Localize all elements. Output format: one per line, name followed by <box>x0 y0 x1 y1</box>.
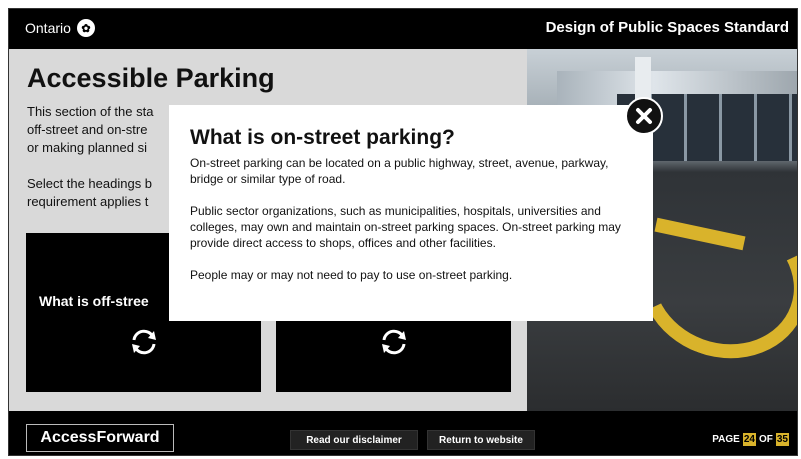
trillium-icon: ✿ <box>76 19 95 37</box>
modal-paragraph: People may or may not need to pay to use… <box>190 268 513 282</box>
instruction-line: requirement applies t <box>27 194 149 209</box>
close-button[interactable] <box>625 97 663 135</box>
refresh-icon <box>131 329 156 355</box>
top-bar: Ontario ✿ Design of Public Spaces Standa… <box>9 9 797 49</box>
page-title: Accessible Parking <box>27 63 275 93</box>
page-of: OF <box>758 434 773 445</box>
logo-text: Ontario <box>25 20 71 36</box>
close-icon <box>636 108 652 124</box>
page-prefix: PAGE <box>712 434 740 445</box>
intro-line: This section of the sta <box>27 104 154 119</box>
page-indicator: PAGE 24 OF 35 <box>712 433 789 446</box>
modal-body: On-street parking can be located on a pu… <box>190 155 630 299</box>
total-pages: 35 <box>775 433 789 446</box>
course-title: Design of Public Spaces Standard <box>545 19 789 36</box>
refresh-icon <box>381 329 406 355</box>
instruction-line: Select the headings b <box>27 176 153 191</box>
modal-paragraph: On-street parking can be located on a pu… <box>190 156 609 186</box>
modal-paragraph: Public sector organizations, such as mun… <box>190 204 621 250</box>
intro-line: off-street and on-stre <box>27 122 148 137</box>
intro-line: or making planned si <box>27 140 147 155</box>
app-frame: Ontario ✿ Design of Public Spaces Standa… <box>8 8 798 456</box>
bottom-bar: AccessForward Read our disclaimer Return… <box>9 411 797 455</box>
info-modal: What is on-street parking? On-street par… <box>169 105 653 321</box>
ontario-logo: Ontario ✿ <box>25 19 95 37</box>
disclaimer-button[interactable]: Read our disclaimer <box>290 430 418 450</box>
current-page: 24 <box>742 433 756 446</box>
card-label: What is off-stree <box>39 293 149 309</box>
accessforward-logo[interactable]: AccessForward <box>26 424 174 452</box>
return-to-website-button[interactable]: Return to website <box>427 430 535 450</box>
modal-title: What is on-street parking? <box>190 126 455 149</box>
